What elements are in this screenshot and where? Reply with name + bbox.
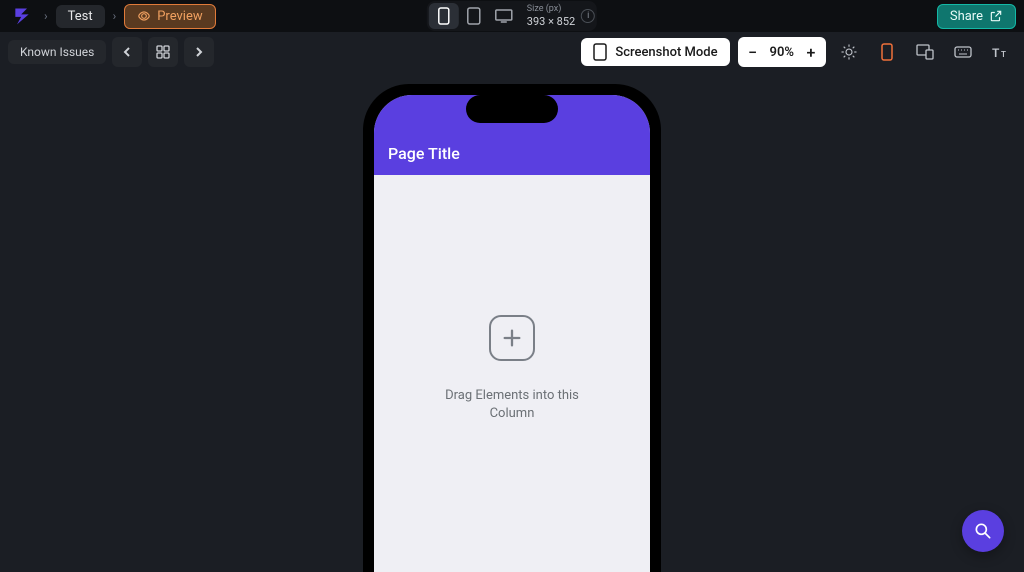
svg-text:T: T	[1001, 50, 1006, 59]
screenshot-mode-label: Screenshot Mode	[615, 45, 717, 60]
svg-text:T: T	[992, 46, 1000, 59]
chevron-left-icon	[121, 46, 133, 58]
page-title: Page Title	[388, 144, 460, 163]
phone-notch	[466, 95, 558, 123]
device-tablet-button[interactable]	[459, 3, 489, 29]
app-logo[interactable]	[8, 4, 36, 28]
share-label: Share	[950, 9, 983, 24]
subbar-left: Known Issues	[8, 37, 214, 67]
plus-icon	[501, 327, 523, 349]
zoom-in-button[interactable]: +	[798, 39, 824, 65]
eye-icon	[137, 9, 151, 23]
mobile-icon	[881, 43, 893, 61]
sub-toolbar: Known Issues Screenshot Mode − 90% +	[0, 32, 1024, 72]
share-button[interactable]: Share	[937, 4, 1016, 29]
preview-button[interactable]: Preview	[124, 4, 215, 29]
zoom-control: − 90% +	[738, 37, 826, 67]
drop-hint-text: Drag Elements into this Column	[442, 387, 582, 423]
theme-toggle-button[interactable]	[834, 37, 864, 67]
responsive-button[interactable]	[910, 37, 940, 67]
device-switcher: Size (px) 393 × 852 i	[427, 1, 597, 31]
sun-icon	[840, 43, 858, 61]
device-mobile-button[interactable]	[429, 3, 459, 29]
chevron-right-icon: ›	[109, 9, 121, 23]
preview-canvas[interactable]: Page Title Drag Elements into this Colum…	[0, 72, 1024, 572]
devices-icon	[916, 44, 934, 60]
desktop-icon	[495, 9, 513, 23]
header-right: Share	[937, 4, 1016, 29]
grid-icon	[156, 45, 170, 59]
subbar-right: Screenshot Mode − 90% + TT	[581, 37, 1016, 67]
grid-button[interactable]	[148, 37, 178, 67]
phone-frame: Page Title Drag Elements into this Colum…	[363, 84, 661, 572]
help-fab[interactable]	[962, 510, 1004, 552]
page-body-drop-zone[interactable]: Drag Elements into this Column	[374, 175, 650, 572]
size-info: Size (px) 393 × 852	[527, 4, 575, 28]
mobile-icon	[438, 7, 450, 25]
top-header: › Test › Preview Size (px) 393 × 852 i S…	[0, 0, 1024, 32]
tablet-icon	[467, 7, 481, 25]
info-icon[interactable]: i	[581, 9, 595, 23]
zoom-value: 90%	[766, 45, 798, 60]
preview-label: Preview	[157, 9, 202, 24]
known-issues-button[interactable]: Known Issues	[8, 40, 106, 64]
text-size-button[interactable]: TT	[986, 37, 1016, 67]
breadcrumb: › Test › Preview	[8, 4, 216, 29]
device-desktop-button[interactable]	[489, 3, 519, 29]
keyboard-icon	[954, 46, 972, 58]
device-icon	[593, 43, 607, 61]
chevron-right-icon	[193, 46, 205, 58]
size-dimensions: 393 × 852	[527, 15, 575, 28]
text-size-icon: TT	[992, 45, 1010, 59]
device-frame-button[interactable]	[872, 37, 902, 67]
nav-forward-button[interactable]	[184, 37, 214, 67]
size-label: Size (px)	[527, 4, 562, 15]
add-icon[interactable]	[489, 315, 535, 361]
screenshot-mode-button[interactable]: Screenshot Mode	[581, 38, 729, 66]
zoom-out-button[interactable]: −	[740, 39, 766, 65]
chevron-right-icon: ›	[40, 9, 52, 23]
keyboard-button[interactable]	[948, 37, 978, 67]
nav-back-button[interactable]	[112, 37, 142, 67]
external-link-icon	[989, 9, 1003, 23]
flutterflow-logo-icon	[12, 6, 32, 26]
search-icon	[973, 521, 993, 541]
phone-screen: Page Title Drag Elements into this Colum…	[374, 95, 650, 572]
breadcrumb-project[interactable]: Test	[56, 5, 105, 28]
